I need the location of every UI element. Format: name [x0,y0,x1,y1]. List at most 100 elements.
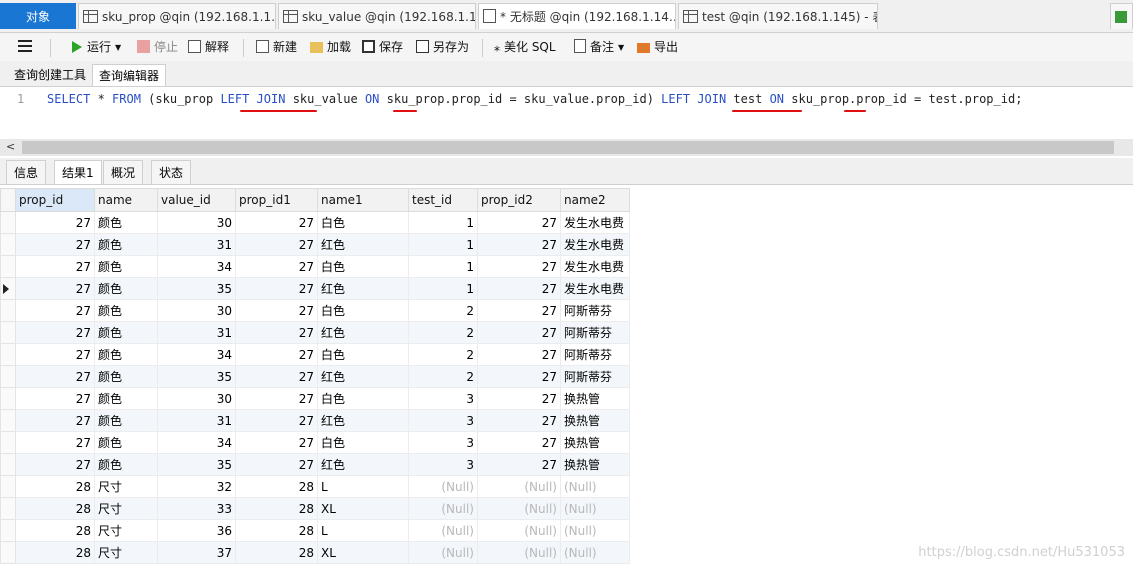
table-cell[interactable]: 换热管 [560,431,630,454]
table-cell[interactable]: 白色 [317,343,409,366]
tab-status[interactable]: 状态 [151,160,192,184]
row-header[interactable] [0,497,16,520]
tab-result1[interactable]: 结果1 [54,160,102,184]
row-header[interactable] [0,277,16,300]
table-cell[interactable]: 2 [408,365,478,388]
table-cell[interactable]: L [317,519,409,542]
table-cell[interactable]: 27 [15,387,95,410]
scrollbar-thumb[interactable] [22,141,1114,154]
table-cell[interactable]: 27 [15,211,95,234]
tab-profile[interactable]: 概况 [103,160,144,184]
table-cell[interactable]: 阿斯蒂芬 [560,365,630,388]
table-cell[interactable]: 27 [15,343,95,366]
row-header[interactable] [0,211,16,234]
table-cell[interactable]: 尺寸 [94,475,158,498]
table-row[interactable]: 28 尺寸 37 28 XL (Null) (Null) (Null) [0,541,630,564]
table-cell[interactable]: 33 [157,497,236,520]
tab-overflow[interactable] [1110,3,1133,29]
table-cell[interactable]: 发生水电费 [560,255,630,278]
tab-query-builder[interactable]: 查询创建工具 [8,64,92,86]
table-cell[interactable]: 27 [235,255,318,278]
table-row[interactable]: 27 颜色 30 27 白色 2 27 阿斯蒂芬 [0,299,630,322]
table-cell[interactable]: 红色 [317,453,409,476]
table-cell[interactable]: L [317,475,409,498]
table-cell[interactable]: 27 [477,431,561,454]
column-header[interactable]: name1 [317,188,409,212]
table-cell[interactable]: 颜色 [94,299,158,322]
table-cell[interactable]: 34 [157,343,236,366]
tab-sku-prop[interactable]: sku_prop @qin (192.168.1.1… [78,3,276,29]
table-cell[interactable]: 1 [408,277,478,300]
table-cell[interactable]: 发生水电费 [560,233,630,256]
table-cell[interactable]: 30 [157,211,236,234]
table-cell[interactable]: 3 [408,431,478,454]
table-row[interactable]: 27 颜色 34 27 白色 2 27 阿斯蒂芬 [0,343,630,366]
table-cell[interactable]: 27 [15,321,95,344]
tab-info[interactable]: 信息 [6,160,47,184]
table-cell[interactable]: 27 [235,431,318,454]
chevron-down-icon[interactable]: ▼ [618,43,624,52]
table-cell[interactable]: 31 [157,409,236,432]
table-row[interactable]: 27 颜色 35 27 红色 2 27 阿斯蒂芬 [0,365,630,388]
table-cell[interactable]: 30 [157,299,236,322]
run-button[interactable]: 运行 ▼ [72,37,121,57]
new-button[interactable]: 新建 [256,37,297,57]
tab-test[interactable]: test @qin (192.168.1.145) - 表 [678,3,878,29]
table-cell[interactable]: 换热管 [560,409,630,432]
table-cell[interactable]: 28 [15,475,95,498]
table-cell[interactable]: 28 [235,519,318,542]
table-cell[interactable]: (Null) [560,541,630,564]
table-cell[interactable]: 27 [477,365,561,388]
table-cell[interactable]: 颜色 [94,387,158,410]
table-cell[interactable]: 27 [477,277,561,300]
table-cell[interactable]: 28 [235,541,318,564]
table-cell[interactable]: (Null) [560,519,630,542]
table-row[interactable]: 27 颜色 30 27 白色 1 27 发生水电费 [0,211,630,234]
table-cell[interactable]: 27 [235,387,318,410]
table-cell[interactable]: 35 [157,277,236,300]
row-header[interactable] [0,519,16,542]
explain-button[interactable]: 解释 [188,37,229,57]
table-cell[interactable]: 30 [157,387,236,410]
table-cell[interactable]: 尺寸 [94,519,158,542]
table-cell[interactable]: 28 [15,519,95,542]
table-cell[interactable]: 阿斯蒂芬 [560,343,630,366]
table-cell[interactable]: 27 [477,321,561,344]
column-header[interactable]: prop_id2 [477,188,561,212]
table-cell[interactable]: 28 [235,497,318,520]
table-cell[interactable]: 白色 [317,299,409,322]
row-header[interactable] [0,431,16,454]
table-cell[interactable]: 32 [157,475,236,498]
table-cell[interactable]: 2 [408,343,478,366]
table-cell[interactable]: 34 [157,255,236,278]
table-cell[interactable]: 36 [157,519,236,542]
tab-untitled-query[interactable]: * 无标题 @qin (192.168.1.14… [478,3,676,29]
table-cell[interactable]: 27 [15,409,95,432]
row-header[interactable] [0,387,16,410]
table-cell[interactable]: 27 [235,365,318,388]
table-cell[interactable]: (Null) [408,475,478,498]
table-cell[interactable]: (Null) [560,497,630,520]
sql-code[interactable]: SELECT * FROM (sku_prop LEFT JOIN sku_va… [47,90,1022,108]
table-cell[interactable]: 27 [235,409,318,432]
table-row[interactable]: 28 尺寸 36 28 L (Null) (Null) (Null) [0,519,630,542]
table-cell[interactable]: 1 [408,233,478,256]
table-cell[interactable]: 白色 [317,255,409,278]
table-cell[interactable]: 27 [477,299,561,322]
table-cell[interactable]: 发生水电费 [560,211,630,234]
table-cell[interactable]: 31 [157,233,236,256]
table-cell[interactable]: 34 [157,431,236,454]
load-button[interactable]: 加载 [310,37,351,57]
table-cell[interactable]: 白色 [317,211,409,234]
table-cell[interactable]: 27 [477,343,561,366]
save-button[interactable]: 保存 [362,37,403,57]
row-header[interactable] [0,365,16,388]
table-cell[interactable]: 31 [157,321,236,344]
table-cell[interactable]: 颜色 [94,255,158,278]
table-cell[interactable]: 27 [235,453,318,476]
table-cell[interactable]: 27 [15,233,95,256]
table-row[interactable]: 27 颜色 35 27 红色 3 27 换热管 [0,453,630,476]
stop-button[interactable]: 停止 [137,37,178,57]
table-cell[interactable]: 37 [157,541,236,564]
table-row[interactable]: 27 颜色 31 27 红色 2 27 阿斯蒂芬 [0,321,630,344]
